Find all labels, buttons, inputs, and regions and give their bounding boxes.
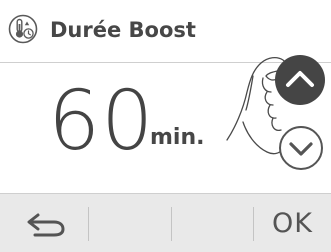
boost-duration-screen: Durée Boost 60 min. OK [0,0,331,252]
ok-button[interactable]: OK [254,194,331,252]
increase-button[interactable] [275,55,325,105]
decrease-button[interactable] [279,126,323,170]
footer-button-3[interactable] [172,194,253,252]
chevron-down-icon [289,142,313,156]
duration-value: 60 [48,74,155,169]
thermometer-clock-icon [8,14,38,44]
page-title: Durée Boost [50,18,196,42]
footer-button-2[interactable] [89,194,171,252]
chevron-up-icon [286,71,314,87]
duration-unit: min. [150,125,205,150]
back-button[interactable] [0,194,88,252]
back-arrow-icon [27,213,65,236]
ok-label: OK [272,207,313,239]
footer-bar: OK [0,193,331,252]
